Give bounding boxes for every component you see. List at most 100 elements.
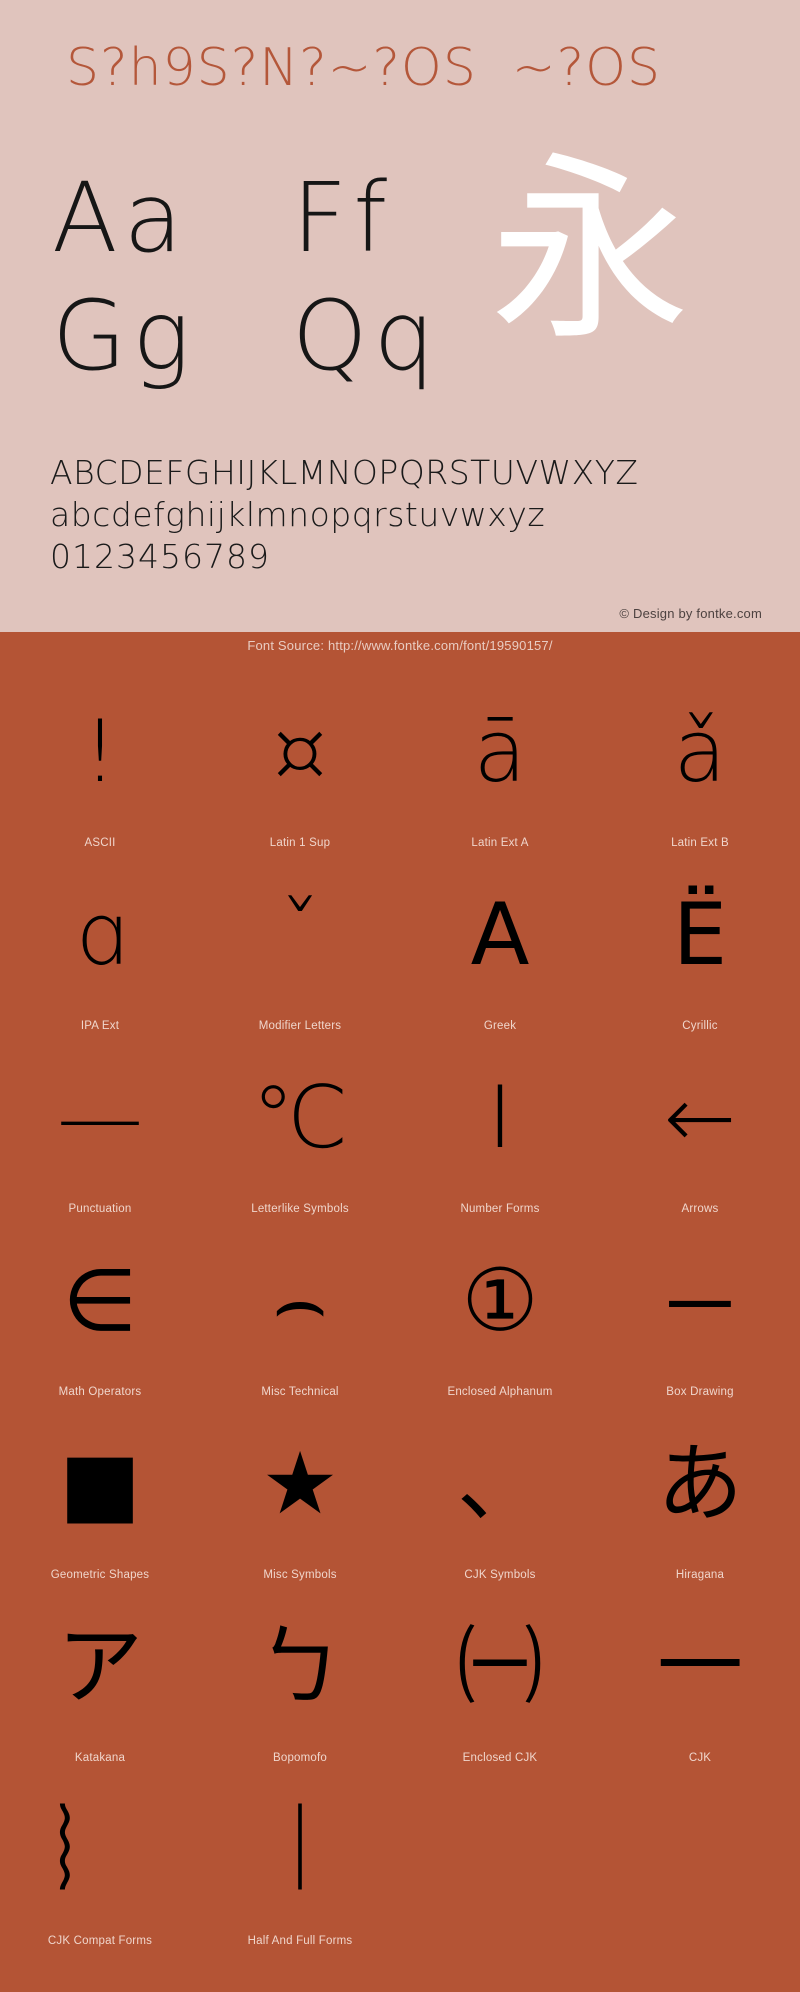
font-specimen-page: S?h9S?N?~?OS ~?OS Aa Ff Gg Qq 永 ABCDEFGH… (0, 0, 800, 1992)
block-cell-latin-ext-a[interactable]: ā Latin Ext A (400, 670, 600, 853)
block-cell-cyrillic[interactable]: Ё Cyrillic (600, 853, 800, 1036)
block-sample-glyph: ǎ (673, 701, 727, 802)
block-sample-glyph: ˇ (278, 884, 322, 985)
block-label: CJK Symbols (464, 1569, 536, 1581)
block-cell-katakana[interactable]: ア Katakana (0, 1585, 200, 1768)
block-cell-cjk-compat-forms[interactable]: ︴ CJK Compat Forms (0, 1768, 200, 1951)
alphabet-block: ABCDEFGHIJKLMNOPQRSTUVWXYZ abcdefghijklm… (50, 452, 770, 578)
block-label: IPA Ext (80, 1020, 120, 1032)
block-label: Math Operators (58, 1386, 142, 1398)
block-cell-half-and-full-forms[interactable]: ｜ Half And Full Forms (200, 1768, 400, 1951)
block-cell-enclosed-cjk[interactable]: ㈠ Enclosed CJK (400, 1585, 600, 1768)
block-sample-glyph: ā (473, 701, 527, 802)
block-label: Box Drawing (666, 1386, 734, 1398)
digits-row: 0123456789 (50, 537, 270, 576)
block-sample-glyph: ■ (59, 1433, 141, 1534)
block-cell-math-operators[interactable]: ∈ Math Operators (0, 1219, 200, 1402)
block-sample-glyph: ｜ (257, 1799, 343, 1900)
block-label: Enclosed CJK (462, 1752, 538, 1764)
block-label: Latin 1 Sup (269, 837, 331, 849)
block-label: Katakana (74, 1752, 126, 1764)
block-cell-geometric-shapes[interactable]: ■ Geometric Shapes (0, 1402, 200, 1585)
block-cell-number-forms[interactable]: Ⅰ Number Forms (400, 1036, 600, 1219)
block-cell-ascii[interactable]: ! ASCII (0, 670, 200, 853)
block-sample-glyph: — (57, 1067, 143, 1168)
block-cell-greek[interactable]: Α Greek (400, 853, 600, 1036)
block-sample-glyph: 一 (657, 1616, 743, 1717)
block-sample-glyph: Ё (672, 884, 728, 985)
block-cell-cjk-symbols[interactable]: 、 CJK Symbols (400, 1402, 600, 1585)
block-cell-cjk[interactable]: 一 CJK (600, 1585, 800, 1768)
block-sample-glyph: ! (82, 701, 118, 802)
letter-pair: Aa (52, 162, 189, 274)
uppercase-row: ABCDEFGHIJKLMNOPQRSTUVWXYZ (50, 453, 639, 492)
block-cell-bopomofo[interactable]: ㄅ Bopomofo (200, 1585, 400, 1768)
block-sample-glyph: ⌢ (271, 1250, 329, 1351)
block-sample-glyph: あ (657, 1433, 743, 1534)
block-sample-glyph: ︴ (57, 1799, 143, 1900)
block-label: Letterlike Symbols (251, 1203, 349, 1215)
cjk-sample-glyph: 永 (490, 135, 691, 368)
letter-pair: Gg (52, 280, 196, 392)
block-cell-latin-1-sup[interactable]: ¤ Latin 1 Sup (200, 670, 400, 853)
block-sample-glyph: ㈠ (457, 1616, 543, 1717)
unicode-block-grid: ! ASCII ¤ Latin 1 Sup ā Latin Ext A ǎ Latin Ext… (0, 660, 800, 1951)
block-cell-letterlike-symbols[interactable]: ℃ Letterlike Symbols (200, 1036, 400, 1219)
block-label: Misc Technical (261, 1386, 339, 1398)
block-cell-punctuation[interactable]: — Punctuation (0, 1036, 200, 1219)
letter-pair: Ff (292, 162, 394, 274)
block-label: Cyrillic (682, 1020, 718, 1032)
block-row: ■ Geometric Shapes ★ Misc Symbols 、 CJK Symbo… (0, 1402, 800, 1585)
block-sample-glyph: Α (470, 884, 530, 985)
block-label: Greek (483, 1020, 517, 1032)
block-label: Number Forms (460, 1203, 540, 1215)
block-sample-glyph: ア (57, 1616, 143, 1717)
block-cell-ipa-ext[interactable]: ɑ IPA Ext (0, 853, 200, 1036)
block-label: CJK (688, 1752, 712, 1764)
block-row: ︴ CJK Compat Forms ｜ Half And Full Forms (0, 1768, 800, 1951)
block-sample-glyph: ① (461, 1250, 539, 1351)
block-label: Latin Ext A (471, 837, 529, 849)
block-label: Bopomofo (272, 1752, 328, 1764)
block-sample-glyph: ★ (261, 1433, 339, 1534)
font-source-bar[interactable]: Font Source: http://www.fontke.com/font/… (0, 632, 800, 660)
block-label: Arrows (681, 1203, 719, 1215)
block-sample-glyph: ← (663, 1067, 737, 1168)
block-label: Enclosed Alphanum (447, 1386, 553, 1398)
block-cell-modifier-letters[interactable]: ˇ Modifier Letters (200, 853, 400, 1036)
block-label: Geometric Shapes (50, 1569, 150, 1581)
block-cell-arrows[interactable]: ← Arrows (600, 1036, 800, 1219)
block-label: ASCII (84, 837, 116, 849)
block-sample-glyph: ㄅ (257, 1616, 343, 1717)
block-sample-glyph: ℃ (251, 1067, 349, 1168)
block-label: Punctuation (68, 1203, 132, 1215)
block-sample-glyph: ∈ (62, 1250, 138, 1351)
block-label: Hiragana (675, 1569, 725, 1581)
block-label: CJK Compat Forms (47, 1935, 153, 1947)
block-row: ɑ IPA Ext ˇ Modifier Letters Α Greek Ё Cyrillic (0, 853, 800, 1036)
block-label: Latin Ext B (671, 837, 729, 849)
block-row: ア Katakana ㄅ Bopomofo ㈠ Enclosed CJK 一 CJK (0, 1585, 800, 1768)
block-sample-glyph: ɑ (72, 884, 128, 985)
lowercase-row: abcdefghijklmnopqrstuvwxyz (50, 495, 546, 534)
block-cell-enclosed-alphanum[interactable]: ① Enclosed Alphanum (400, 1219, 600, 1402)
block-label: Modifier Letters (258, 1020, 342, 1032)
block-cell-latin-ext-b[interactable]: ǎ Latin Ext B (600, 670, 800, 853)
letter-pair: Qq (292, 280, 441, 392)
block-row: ∈ Math Operators ⌢ Misc Technical ① Enclosed … (0, 1219, 800, 1402)
sample-letter-pairs: Aa Ff Gg Qq (52, 170, 472, 400)
copyright-notice: © Design by fontke.com (619, 606, 762, 621)
block-cell-misc-symbols[interactable]: ★ Misc Symbols (200, 1402, 400, 1585)
block-label: Half And Full Forms (247, 1935, 353, 1947)
block-row: ! ASCII ¤ Latin 1 Sup ā Latin Ext A ǎ Latin Ext… (0, 670, 800, 853)
block-row: — Punctuation ℃ Letterlike Symbols Ⅰ Number F… (0, 1036, 800, 1219)
block-sample-glyph: 、 (457, 1433, 543, 1534)
block-cell-misc-technical[interactable]: ⌢ Misc Technical (200, 1219, 400, 1402)
block-label: Misc Symbols (263, 1569, 337, 1581)
block-cell-hiragana[interactable]: あ Hiragana (600, 1402, 800, 1585)
block-sample-glyph: ¤ (272, 701, 328, 802)
block-sample-glyph: Ⅰ (487, 1067, 513, 1168)
block-sample-glyph: ─ (669, 1250, 731, 1351)
specimen-panel: S?h9S?N?~?OS ~?OS Aa Ff Gg Qq 永 ABCDEFGH… (0, 0, 800, 632)
block-cell-box-drawing[interactable]: ─ Box Drawing (600, 1219, 800, 1402)
